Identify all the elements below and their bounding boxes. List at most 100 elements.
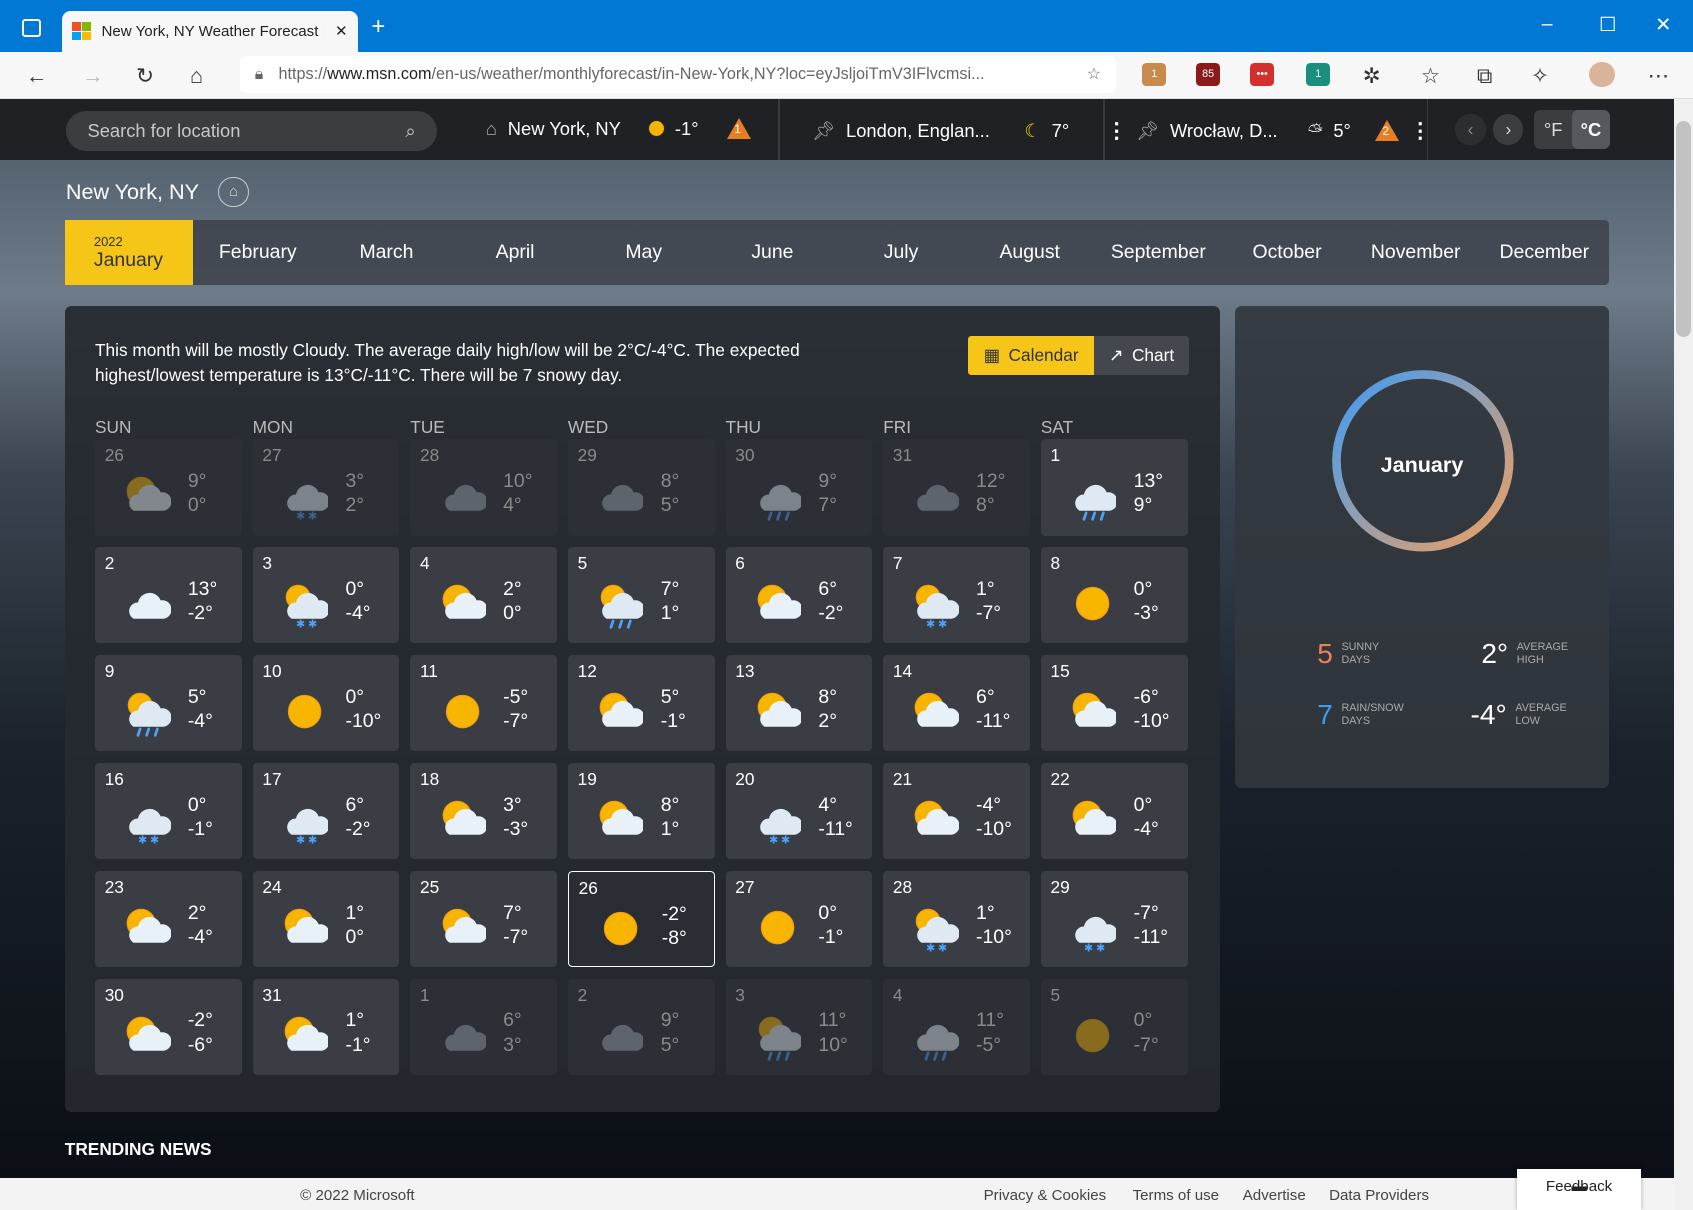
day-cell[interactable]: 20 ✱ ✱ 4° -11° xyxy=(725,763,873,860)
favorites-icon[interactable]: ☆ xyxy=(1421,63,1440,89)
close-tab-icon[interactable]: ✕ xyxy=(335,22,348,40)
day-cell[interactable]: 3 11° 10° xyxy=(725,979,873,1076)
tab-month-january[interactable]: 2022 January xyxy=(64,220,194,286)
day-cell[interactable]: 26 9° 0° xyxy=(95,439,242,536)
day-cell[interactable]: 29 ✱ ✱ -7° -11° xyxy=(1040,871,1188,968)
terms-link[interactable]: Terms of use xyxy=(1133,1187,1220,1204)
day-cell[interactable]: 25 7° -7° xyxy=(410,871,558,968)
data-providers-link[interactable]: Data Providers xyxy=(1329,1187,1429,1204)
extensions-icon[interactable]: ✲ xyxy=(1363,63,1381,89)
unit-toggle[interactable]: °F °C xyxy=(1534,110,1610,149)
day-cell[interactable]: 17 ✱ ✱ 6° -2° xyxy=(252,763,400,860)
day-cell[interactable]: 22 0° -4° xyxy=(1040,763,1188,860)
day-cell[interactable]: 28 ✱ ✱ 1° -10° xyxy=(883,871,1031,968)
day-cell[interactable]: 26 -2° -8° xyxy=(567,871,715,968)
more-options-icon[interactable]: ⋮ xyxy=(1106,118,1128,144)
day-cell[interactable]: 2 13° -2° xyxy=(95,547,242,644)
calendar-view-button[interactable]: ▦ Calendar xyxy=(968,335,1094,375)
day-cell[interactable]: 19 8° 1° xyxy=(567,763,715,860)
back-icon[interactable]: ← xyxy=(26,63,48,89)
tab-month-december[interactable]: December xyxy=(1480,220,1609,285)
tab-month-march[interactable]: March xyxy=(322,220,451,285)
extension-monkey-icon[interactable]: 1 xyxy=(1142,62,1167,87)
day-cell[interactable]: 9 5° -4° xyxy=(95,655,242,752)
day-cell[interactable]: 16 ✱ ✱ 0° -1° xyxy=(95,763,242,860)
unit-fahrenheit[interactable]: °F xyxy=(1534,110,1572,149)
feedback-button[interactable]: ▬ Feedback xyxy=(1516,1169,1642,1210)
location-wroclaw[interactable]: 📌︎ Wrocław, D... ⛅︎ 5° 2 ⋮ xyxy=(1136,118,1431,144)
day-cell[interactable]: 4 11° -5° xyxy=(883,979,1031,1076)
day-cell[interactable]: 15 -6° -10° xyxy=(1040,655,1188,752)
day-cell[interactable]: 30 -2° -6° xyxy=(95,979,242,1076)
day-cell[interactable]: 14 6° -11° xyxy=(883,655,1031,752)
day-cell[interactable]: 6 6° -2° xyxy=(725,547,873,644)
day-cell[interactable]: 24 1° 0° xyxy=(252,871,400,968)
add-favorite-icon[interactable]: ☆ xyxy=(1087,64,1102,84)
tab-month-september[interactable]: September xyxy=(1094,220,1223,285)
maximize-icon[interactable]: ☐ xyxy=(1599,13,1616,37)
tab-month-february[interactable]: February xyxy=(193,220,322,285)
location-london[interactable]: 📌︎ London, Englan... ☾ 7° ⋮ xyxy=(812,118,1128,144)
unit-celsius[interactable]: °C xyxy=(1572,110,1610,149)
browser-tab[interactable]: New York, NY Weather Forecast | ✕ xyxy=(61,10,359,52)
new-tab-icon[interactable]: + xyxy=(371,13,385,41)
day-cell[interactable]: 5 0° -7° xyxy=(1040,979,1188,1076)
tab-month-april[interactable]: April xyxy=(451,220,580,285)
address-bar[interactable]: 🔒︎ https://www.msn.com/en-us/weather/mon… xyxy=(239,56,1117,93)
refresh-icon[interactable]: ↻ xyxy=(136,63,154,89)
day-cell[interactable]: 4 2° 0° xyxy=(410,547,558,644)
home-icon[interactable]: ⌂ xyxy=(190,63,203,89)
day-cell[interactable]: 2 9° 5° xyxy=(567,979,715,1076)
scrollbar-thumb[interactable] xyxy=(1675,120,1691,337)
tab-month-july[interactable]: July xyxy=(837,220,966,285)
tab-month-may[interactable]: May xyxy=(579,220,708,285)
day-cell[interactable]: 12 5° -1° xyxy=(567,655,715,752)
extension-s-icon[interactable]: 1 xyxy=(1306,62,1331,87)
day-cell[interactable]: 29 8° 5° xyxy=(567,439,715,536)
alert-icon[interactable]: 2 xyxy=(1374,119,1399,142)
tab-month-november[interactable]: November xyxy=(1351,220,1480,285)
location-new-york[interactable]: ⌂ New York, NY -1° 1 xyxy=(486,118,751,140)
lock-icon[interactable]: 🔒︎ xyxy=(255,65,264,84)
tab-actions-icon[interactable] xyxy=(21,19,42,37)
day-cell[interactable]: 27 ✱ ✱ 3° 2° xyxy=(252,439,400,536)
tab-month-june[interactable]: June xyxy=(708,220,837,285)
pin-icon[interactable]: 📌︎ xyxy=(1136,120,1159,142)
day-cell[interactable]: 13 8° 2° xyxy=(725,655,873,752)
extension-ublock-icon[interactable]: 85 xyxy=(1196,62,1221,87)
day-cell[interactable]: 30 9° 7° xyxy=(725,439,873,536)
copilot-icon[interactable]: ✧ xyxy=(1531,63,1549,89)
scroll-right-icon[interactable]: › xyxy=(1493,114,1524,145)
day-cell[interactable]: 7 ✱ ✱ 1° -7° xyxy=(883,547,1031,644)
extension-lastpass-icon[interactable]: ••• xyxy=(1250,62,1275,87)
chart-view-button[interactable]: ↗ Chart xyxy=(1093,335,1190,375)
tab-month-october[interactable]: October xyxy=(1223,220,1352,285)
day-cell[interactable]: 3 ✱ ✱ 0° -4° xyxy=(252,547,400,644)
collections-icon[interactable]: ⧉ xyxy=(1477,63,1492,89)
day-cell[interactable]: 31 12° 8° xyxy=(883,439,1031,536)
day-cell[interactable]: 21 -4° -10° xyxy=(883,763,1031,860)
scroll-left-icon[interactable]: ‹ xyxy=(1455,114,1486,145)
set-home-icon[interactable]: ⌂ xyxy=(218,177,249,208)
day-cell[interactable]: 28 10° 4° xyxy=(410,439,558,536)
forward-icon[interactable]: → xyxy=(82,63,104,89)
day-cell[interactable]: 27 0° -1° xyxy=(725,871,873,968)
advertise-link[interactable]: Advertise xyxy=(1243,1187,1306,1204)
day-cell[interactable]: 11 -5° -7° xyxy=(410,655,558,752)
search-icon[interactable]: ⌕ xyxy=(405,120,415,142)
day-cell[interactable]: 1 13° 9° xyxy=(1040,439,1188,536)
alert-icon[interactable]: 1 xyxy=(726,117,751,140)
minimize-icon[interactable]: – xyxy=(1542,13,1553,36)
pin-icon[interactable]: 📌︎ xyxy=(812,120,835,142)
day-cell[interactable]: 8 0° -3° xyxy=(1040,547,1188,644)
search-input[interactable]: Search for location ⌕ xyxy=(65,111,438,152)
day-cell[interactable]: 31 1° -1° xyxy=(252,979,400,1076)
tab-month-august[interactable]: August xyxy=(965,220,1094,285)
more-icon[interactable]: ⋯ xyxy=(1648,63,1670,89)
day-cell[interactable]: 23 2° -4° xyxy=(95,871,242,968)
day-cell[interactable]: 18 3° -3° xyxy=(410,763,558,860)
privacy-link[interactable]: Privacy & Cookies xyxy=(984,1187,1107,1204)
close-window-icon[interactable]: ✕ xyxy=(1655,13,1671,37)
day-cell[interactable]: 10 0° -10° xyxy=(252,655,400,752)
day-cell[interactable]: 1 6° 3° xyxy=(410,979,558,1076)
